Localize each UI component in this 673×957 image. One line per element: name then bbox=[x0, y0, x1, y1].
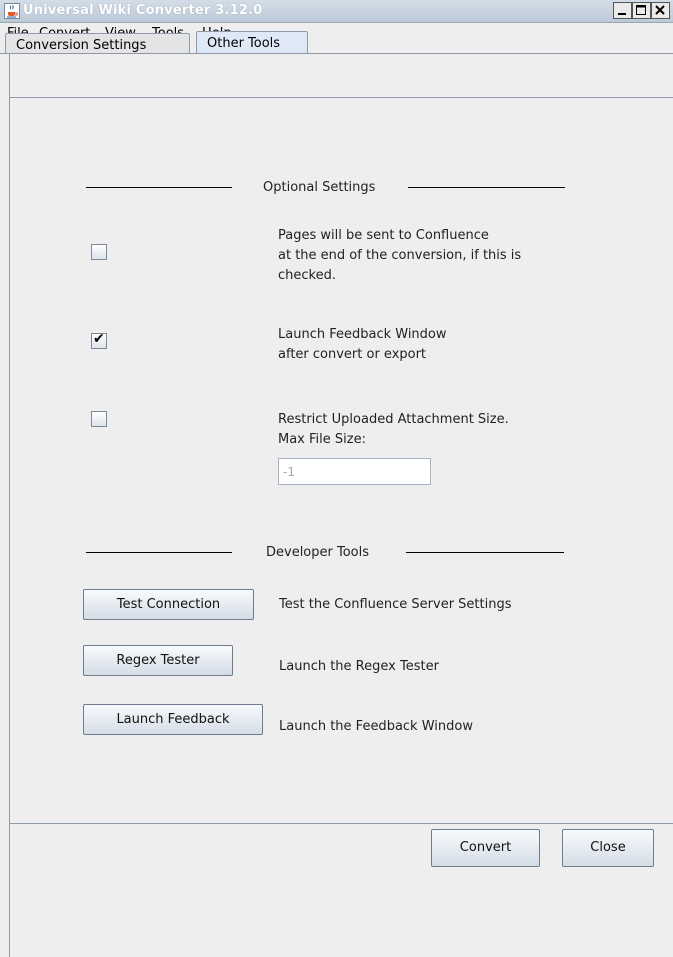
tab-conversion-settings-label: Conversion Settings bbox=[16, 38, 147, 53]
close-icon bbox=[655, 5, 665, 15]
launch-feedback-button[interactable]: Launch Feedback bbox=[83, 704, 263, 735]
launch-feedback-description: Launch the Feedback Window bbox=[279, 719, 473, 734]
close-button[interactable]: Close bbox=[562, 829, 654, 867]
launch-feedback-line2: after convert or export bbox=[278, 347, 427, 362]
tab-conversion-settings[interactable]: Conversion Settings bbox=[5, 33, 190, 54]
java-cup-icon bbox=[4, 3, 20, 19]
send-to-confluence-line2: at the end of the conversion, if this is bbox=[278, 248, 522, 263]
checkmark-icon: ✔ bbox=[93, 331, 105, 347]
restrict-attachment-size-label: Restrict Uploaded Attachment Size. Max F… bbox=[278, 410, 509, 450]
regex-tester-button[interactable]: Regex Tester bbox=[83, 645, 233, 676]
minimize-icon bbox=[618, 13, 626, 15]
optional-settings-separator-right bbox=[408, 187, 565, 188]
tab-other-tools[interactable]: Other Tools bbox=[196, 31, 308, 54]
test-connection-description: Test the Confluence Server Settings bbox=[279, 597, 512, 612]
convert-button[interactable]: Convert bbox=[431, 829, 540, 867]
send-to-confluence-checkbox[interactable] bbox=[91, 244, 107, 260]
optional-settings-separator-left bbox=[86, 187, 232, 188]
send-to-confluence-line3: checked. bbox=[278, 268, 336, 283]
maximize-icon bbox=[636, 5, 646, 15]
test-connection-button[interactable]: Test Connection bbox=[83, 589, 254, 620]
developer-tools-separator-right bbox=[406, 552, 564, 553]
tab-content-top bbox=[9, 54, 673, 97]
window-title: Universal Wiki Converter 3.12.0 bbox=[23, 3, 263, 18]
send-to-confluence-line1: Pages will be sent to Confluence bbox=[278, 228, 489, 243]
send-to-confluence-label: Pages will be sent to Confluence at the … bbox=[278, 226, 521, 286]
app-window: Universal Wiki Converter 3.12.0 File Con… bbox=[0, 0, 673, 957]
max-file-size-input[interactable]: -1 bbox=[278, 458, 431, 485]
optional-settings-title: Optional Settings bbox=[263, 180, 376, 195]
developer-tools-title: Developer Tools bbox=[266, 545, 370, 560]
restrict-attachment-size-line2: Max File Size: bbox=[278, 432, 366, 447]
title-bar[interactable]: Universal Wiki Converter 3.12.0 bbox=[0, 0, 673, 23]
restrict-attachment-size-checkbox[interactable] bbox=[91, 411, 107, 427]
tab-other-tools-label: Other Tools bbox=[207, 36, 281, 51]
maximize-button[interactable] bbox=[632, 2, 651, 19]
developer-tools-separator-left bbox=[86, 552, 232, 553]
launch-feedback-line1: Launch Feedback Window bbox=[278, 327, 447, 342]
minimize-button[interactable] bbox=[613, 2, 632, 19]
close-window-button[interactable] bbox=[651, 2, 670, 19]
regex-tester-description: Launch the Regex Tester bbox=[279, 659, 439, 674]
restrict-attachment-size-line1: Restrict Uploaded Attachment Size. bbox=[278, 412, 509, 427]
launch-feedback-checkbox[interactable]: ✔ bbox=[91, 331, 107, 349]
launch-feedback-label: Launch Feedback Window after convert or … bbox=[278, 325, 447, 365]
